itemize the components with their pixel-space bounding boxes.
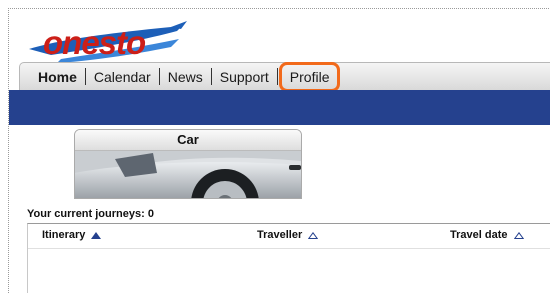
- logo-wordmark: onesto: [43, 24, 146, 61]
- column-label: Travel date: [450, 229, 508, 241]
- nav-profile[interactable]: Profile: [278, 61, 341, 92]
- journeys-table: Itinerary Traveller Travel date: [27, 223, 550, 293]
- onesto-logo[interactable]: onesto: [21, 19, 191, 67]
- car-image: [75, 151, 301, 198]
- nav-divider: [276, 68, 278, 85]
- column-header-travel-date[interactable]: Travel date: [450, 229, 524, 241]
- nav-calendar[interactable]: Calendar: [94, 69, 151, 85]
- journeys-count-label: Your current journeys: 0: [27, 208, 154, 220]
- nav-divider: [158, 68, 160, 85]
- app-window: onesto Home Calendar News Support Profil…: [8, 8, 550, 293]
- column-header-itinerary[interactable]: Itinerary: [42, 229, 102, 241]
- column-label: Itinerary: [42, 229, 86, 241]
- column-header-traveller[interactable]: Traveller: [257, 229, 319, 241]
- nav-home[interactable]: Home: [38, 69, 77, 85]
- column-label: Traveller: [257, 229, 303, 241]
- nav-divider: [84, 68, 86, 85]
- sort-ascending-outline-icon: [513, 231, 524, 239]
- divider: [9, 124, 550, 125]
- nav-news[interactable]: News: [168, 69, 203, 85]
- main-nav: Home Calendar News Support Profile: [19, 61, 550, 92]
- nav-support[interactable]: Support: [220, 69, 269, 85]
- nav-divider: [210, 68, 212, 85]
- car-panel-title: Car: [75, 130, 301, 151]
- table-header: Itinerary Traveller Travel date: [28, 224, 550, 249]
- sort-ascending-outline-icon: [308, 231, 319, 239]
- nav-band: [9, 90, 550, 124]
- sort-ascending-icon: [91, 231, 102, 239]
- car-panel[interactable]: Car: [74, 129, 302, 199]
